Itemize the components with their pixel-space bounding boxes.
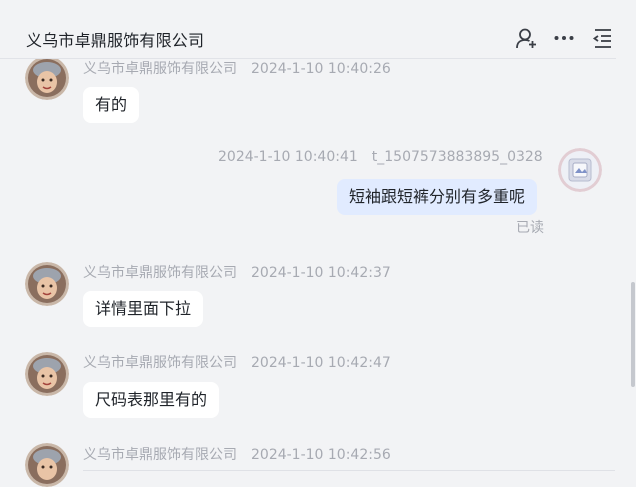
menu-collapse-icon[interactable]	[591, 27, 613, 49]
avatar[interactable]	[25, 56, 69, 100]
chat-title: 义乌市卓鼎服饰有限公司	[26, 31, 205, 50]
divider	[83, 470, 615, 471]
avatar[interactable]	[25, 443, 69, 487]
avatar[interactable]	[558, 148, 602, 192]
message-time: 2024-1-10 10:42:37	[251, 265, 391, 281]
avatar[interactable]	[25, 352, 69, 396]
message-time: 2024-1-10 10:42:47	[251, 355, 391, 371]
message-meta: 义乌市卓鼎服饰有限公司 2024-1-10 10:42:47	[83, 352, 405, 372]
chat-header: 义乌市卓鼎服饰有限公司	[0, 0, 616, 59]
more-icon[interactable]	[553, 27, 575, 49]
message-bubble[interactable]: 尺码表那里有的	[83, 382, 220, 418]
avatar[interactable]	[25, 262, 69, 306]
message-time: 2024-1-10 10:40:26	[251, 61, 391, 77]
sender-name: t_1507573883895_0328	[371, 149, 543, 165]
sender-name: 义乌市卓鼎服饰有限公司	[83, 355, 237, 371]
sender-name: 义乌市卓鼎服饰有限公司	[83, 61, 237, 77]
message-bubble[interactable]: 有的	[83, 87, 140, 123]
sender-name: 义乌市卓鼎服饰有限公司	[83, 265, 237, 281]
message-time: 2024-1-10 10:42:56	[251, 447, 391, 463]
scrollbar-thumb[interactable]	[631, 282, 635, 387]
read-status: 已读	[516, 220, 544, 236]
sender-name: 义乌市卓鼎服饰有限公司	[83, 447, 237, 463]
message-meta: 义乌市卓鼎服饰有限公司 2024-1-10 10:42:56	[83, 444, 405, 464]
message-meta: 义乌市卓鼎服饰有限公司 2024-1-10 10:40:26	[83, 58, 405, 78]
message-time: 2024-1-10 10:40:41	[218, 149, 358, 165]
message-bubble[interactable]: 详情里面下拉	[83, 291, 204, 327]
message-meta: 义乌市卓鼎服饰有限公司 2024-1-10 10:42:37	[83, 262, 405, 282]
message-meta: 2024-1-10 10:40:41 t_1507573883895_0328	[218, 149, 543, 165]
message-bubble[interactable]: 短袖跟短裤分别有多重呢	[337, 179, 538, 215]
add-user-icon[interactable]	[515, 27, 537, 49]
